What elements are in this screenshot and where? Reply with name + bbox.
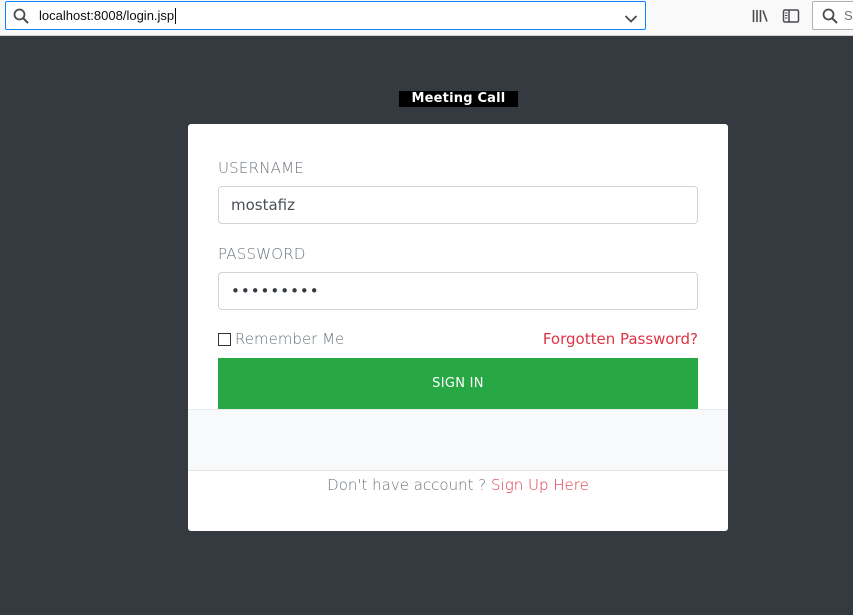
search-placeholder: Se bbox=[844, 8, 853, 23]
username-input[interactable]: mostafiz bbox=[218, 186, 698, 224]
library-icon[interactable] bbox=[751, 7, 769, 25]
remember-me[interactable]: Remember Me bbox=[218, 330, 344, 348]
signup-line: Don't have account ? Sign Up Here bbox=[188, 476, 728, 494]
search-icon bbox=[821, 7, 839, 25]
search-icon bbox=[12, 7, 30, 25]
forgot-password-link[interactable]: Forgotten Password? bbox=[543, 330, 698, 348]
login-card: USERNAME mostafiz PASSWORD ••••••••• Rem… bbox=[188, 124, 728, 531]
username-label: USERNAME bbox=[218, 159, 304, 177]
chevron-down-icon[interactable] bbox=[624, 10, 638, 23]
url-bar[interactable]: localhost:8008/login.jsp bbox=[5, 1, 646, 30]
search-box[interactable]: Se bbox=[812, 1, 853, 30]
card-footer bbox=[188, 409, 728, 471]
browser-toolbar: localhost:8008/login.jsp S bbox=[0, 0, 853, 36]
password-label: PASSWORD bbox=[218, 245, 306, 263]
remember-label: Remember Me bbox=[235, 330, 345, 348]
remember-checkbox[interactable] bbox=[218, 332, 231, 346]
sign-up-link[interactable]: Sign Up Here bbox=[491, 476, 589, 494]
signup-prompt: Don't have account ? bbox=[327, 476, 487, 494]
url-text[interactable]: localhost:8008/login.jsp bbox=[39, 8, 177, 24]
sign-in-button[interactable]: SIGN IN bbox=[218, 358, 698, 409]
password-input[interactable]: ••••••••• bbox=[218, 272, 698, 310]
app-logo: Meeting Call bbox=[399, 91, 518, 107]
sidebar-icon[interactable] bbox=[782, 7, 800, 25]
